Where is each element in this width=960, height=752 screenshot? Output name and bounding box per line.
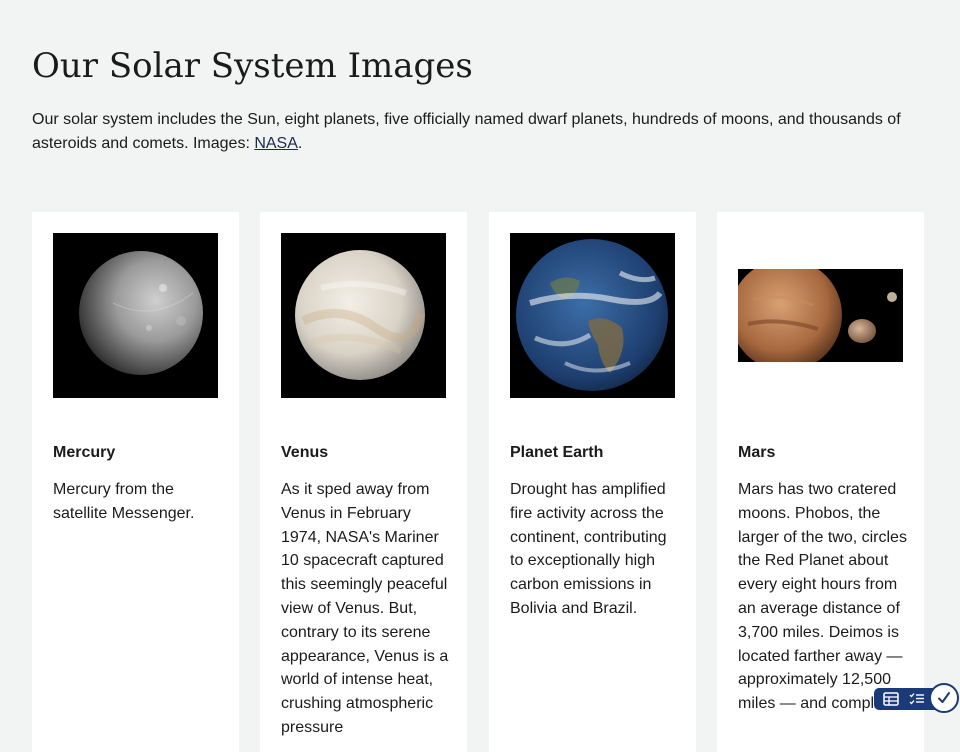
checklist-icon[interactable]	[902, 688, 932, 710]
card-mercury: Mercury Mercury from the satellite Messe…	[32, 212, 239, 752]
intro-paragraph: Our solar system includes the Sun, eight…	[32, 108, 912, 156]
earth-image	[510, 233, 675, 398]
card-venus: Venus As it sped away from Venus in Febr…	[260, 212, 467, 752]
mercury-image	[53, 233, 218, 398]
card-earth: Planet Earth Drought has amplified fire …	[489, 212, 696, 752]
floating-toolbar	[874, 682, 960, 716]
mars-image	[738, 269, 903, 362]
card-mars: Mars Mars has two cratered moons. Phobos…	[717, 212, 924, 752]
nasa-link[interactable]: NASA	[254, 135, 298, 152]
card-description: Mercury from the satellite Messenger.	[53, 481, 195, 522]
card-description: As it sped away from Venus in February 1…	[281, 481, 449, 736]
card-title: Mars	[738, 444, 776, 461]
card-description: Drought has amplified fire activity acro…	[510, 481, 667, 617]
checkmark-icon[interactable]	[929, 683, 959, 713]
card-title: Venus	[281, 444, 329, 461]
card-title: Planet Earth	[510, 444, 604, 461]
venus-image	[281, 233, 446, 398]
card-title: Mercury	[53, 444, 116, 461]
page-title: Our Solar System Images	[32, 46, 473, 86]
intro-text: Our solar system includes the Sun, eight…	[32, 111, 901, 152]
intro-end: .	[297, 135, 303, 152]
card-description: Mars has two cratered moons. Phobos, the…	[738, 481, 907, 713]
